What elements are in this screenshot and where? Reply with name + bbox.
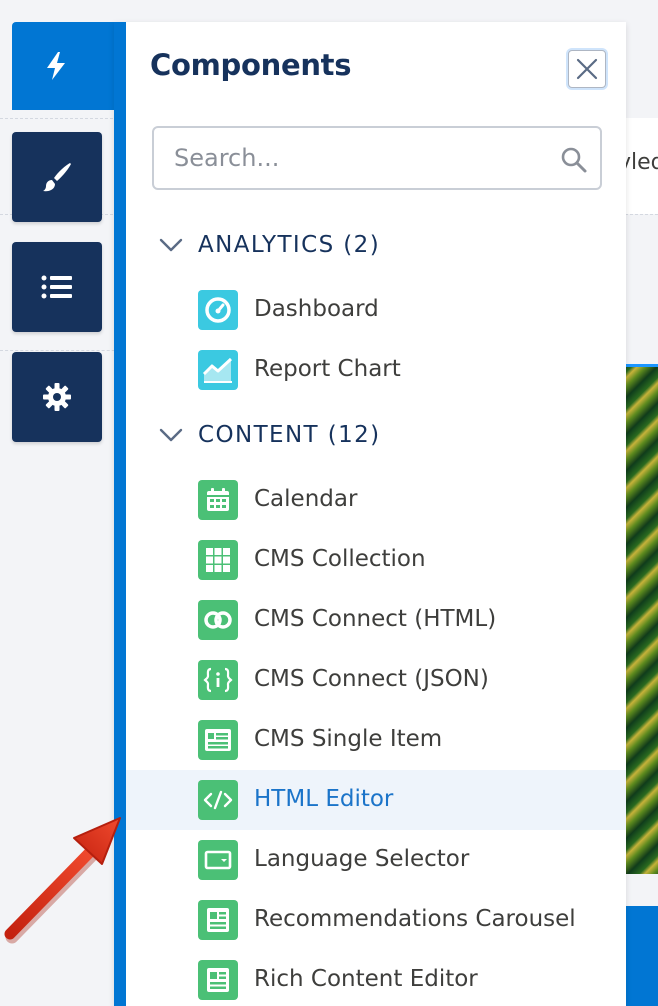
report-chart-icon	[198, 350, 238, 390]
component-label: Report Chart	[254, 356, 401, 382]
annotation-arrow-icon	[4, 817, 121, 944]
list-icon	[41, 275, 72, 299]
section-label: CONTENT (12)	[198, 422, 381, 448]
document-icon	[198, 960, 238, 1000]
paintbrush-icon	[43, 163, 71, 192]
link-circles-icon	[198, 600, 238, 640]
grid-icon	[198, 540, 238, 580]
section-label: ANALYTICS (2)	[198, 232, 381, 258]
component-label: CMS Connect (JSON)	[254, 666, 489, 692]
background-divider	[0, 350, 130, 351]
dashboard-icon	[198, 290, 238, 330]
single-item-icon	[198, 720, 238, 760]
component-item-report-chart[interactable]: Report Chart	[126, 340, 626, 400]
component-item-html-editor[interactable]: HTML Editor	[126, 770, 626, 830]
chevron-down-icon	[159, 428, 183, 442]
component-label: HTML Editor	[254, 786, 394, 812]
component-item-language-selector[interactable]: Language Selector	[126, 830, 626, 890]
code-icon	[198, 780, 238, 820]
rail-components-button[interactable]	[12, 22, 126, 110]
component-label: Recommendations Carousel	[254, 906, 576, 932]
component-item-rich-content-editor[interactable]: Rich Content Editor	[126, 950, 626, 1006]
components-panel: Components ANALYTICS (2)	[114, 22, 626, 1006]
component-item-recommendations-carousel[interactable]: Recommendations Carousel	[126, 890, 626, 950]
component-label: CMS Connect (HTML)	[254, 606, 497, 632]
close-icon	[576, 58, 598, 80]
calendar-icon	[198, 480, 238, 520]
component-label: Rich Content Editor	[254, 966, 478, 992]
gear-icon	[43, 383, 71, 411]
search-icon[interactable]	[560, 146, 588, 174]
component-label: CMS Collection	[254, 546, 426, 572]
component-item-cms-collection[interactable]: CMS Collection	[126, 530, 626, 590]
app-stage: vled Components Search... ANALYTICS (2) …	[0, 0, 658, 1006]
component-item-cms-connect-json[interactable]: CMS Connect (JSON)	[126, 650, 626, 710]
language-selector-icon	[198, 840, 238, 880]
section-header-content[interactable]: CONTENT (12)	[158, 422, 381, 448]
chevron-down-icon	[159, 238, 183, 252]
search-field[interactable]	[152, 126, 602, 190]
component-item-cms-connect-html[interactable]: CMS Connect (HTML)	[126, 590, 626, 650]
rail-theme-button[interactable]	[12, 132, 102, 222]
component-item-cms-single-item[interactable]: CMS Single Item	[126, 710, 626, 770]
search-input[interactable]	[174, 138, 534, 178]
component-label: Dashboard	[254, 296, 379, 322]
rail-settings-button[interactable]	[12, 352, 102, 442]
json-braces-icon	[198, 660, 238, 700]
component-label: Language Selector	[254, 846, 470, 872]
lightning-icon	[47, 52, 65, 80]
component-item-dashboard[interactable]: Dashboard	[126, 280, 626, 340]
component-label: Calendar	[254, 486, 358, 512]
panel-title: Components	[150, 48, 352, 82]
component-item-calendar[interactable]: Calendar	[126, 470, 626, 530]
close-button[interactable]	[568, 50, 606, 88]
rail-pages-button[interactable]	[12, 242, 102, 332]
section-header-analytics[interactable]: ANALYTICS (2)	[158, 232, 380, 258]
document-icon	[198, 900, 238, 940]
component-label: CMS Single Item	[254, 726, 443, 752]
